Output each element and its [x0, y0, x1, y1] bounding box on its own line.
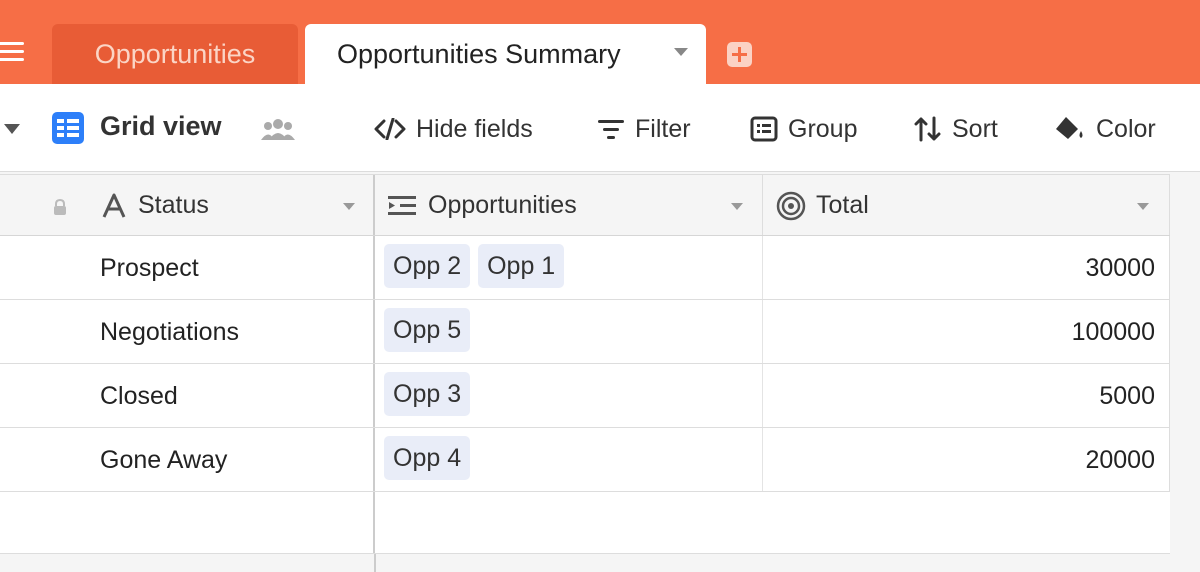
- opportunities-cell[interactable]: Opp 2 Opp 1: [375, 236, 763, 299]
- sort-icon: [914, 116, 941, 142]
- status-cell[interactable]: Prospect: [0, 236, 375, 299]
- status-value: Gone Away: [100, 446, 228, 474]
- column-label: Total: [816, 191, 869, 219]
- people-icon[interactable]: [260, 116, 296, 142]
- status-value: Prospect: [100, 254, 199, 282]
- table-row[interactable]: Prospect Opp 2 Opp 1 30000: [0, 236, 1170, 300]
- total-value: 30000: [1085, 254, 1155, 282]
- status-cell[interactable]: Negotiations: [0, 300, 375, 363]
- tab-opportunities-summary[interactable]: Opportunities Summary: [305, 24, 706, 84]
- linked-record-icon: [388, 196, 416, 215]
- total-cell[interactable]: 30000: [763, 236, 1170, 299]
- chevron-down-icon[interactable]: [731, 203, 743, 210]
- grid-view-icon[interactable]: [52, 112, 84, 144]
- opportunities-cell[interactable]: Opp 4: [375, 428, 763, 491]
- table-row[interactable]: Negotiations Opp 5 100000: [0, 300, 1170, 364]
- opportunities-cell[interactable]: Opp 5: [375, 300, 763, 363]
- add-table-icon[interactable]: [727, 42, 752, 67]
- paint-bucket-icon: [1056, 117, 1083, 139]
- group-icon: [750, 116, 778, 142]
- hide-fields-icon: [374, 118, 406, 140]
- opportunities-cell[interactable]: Opp 3: [375, 364, 763, 427]
- tab-label: Opportunities: [94, 38, 256, 69]
- add-row-cell[interactable]: [0, 492, 375, 553]
- hide-fields-label: Hide fields: [416, 114, 533, 143]
- linked-record-chip[interactable]: Opp 2: [384, 244, 471, 288]
- color-button[interactable]: Color: [1054, 112, 1156, 146]
- hamburger-menu-icon[interactable]: [0, 42, 24, 62]
- group-label: Group: [788, 114, 858, 143]
- group-button[interactable]: Group: [750, 112, 857, 146]
- column-label: Opportunities: [428, 191, 577, 219]
- color-label: Color: [1096, 114, 1156, 143]
- lock-icon: [54, 199, 66, 215]
- linked-record-chip[interactable]: Opp 4: [384, 436, 471, 480]
- chevron-down-icon[interactable]: [1137, 203, 1149, 210]
- table-row[interactable]: Gone Away Opp 4 20000: [0, 428, 1170, 492]
- grid-rows: Prospect Opp 2 Opp 1 30000 Negotiations …: [0, 236, 1170, 554]
- column-label: Status: [138, 191, 209, 219]
- tab-label: Opportunities Summary: [337, 38, 621, 69]
- column-header-opportunities[interactable]: Opportunities: [375, 175, 763, 235]
- table-tab-bar: Opportunities Opportunities Summary: [0, 0, 1200, 84]
- text-field-icon: [102, 193, 126, 218]
- view-toolbar: Grid view Hide fields Filter Group Sort …: [0, 84, 1200, 172]
- column-header-total[interactable]: Total: [763, 175, 1170, 235]
- total-cell[interactable]: 5000: [763, 364, 1170, 427]
- add-row[interactable]: [0, 492, 1170, 554]
- tab-opportunities[interactable]: Opportunities: [52, 24, 298, 84]
- total-value: 100000: [1071, 318, 1155, 346]
- filter-label: Filter: [635, 114, 691, 143]
- sort-button[interactable]: Sort: [914, 112, 998, 146]
- chevron-down-icon[interactable]: [343, 203, 355, 210]
- status-value: Closed: [100, 382, 178, 410]
- status-value: Negotiations: [100, 318, 239, 346]
- column-header-status[interactable]: Status: [0, 175, 375, 235]
- total-value: 20000: [1085, 446, 1155, 474]
- chevron-down-icon[interactable]: [4, 124, 20, 134]
- status-cell[interactable]: Closed: [0, 364, 375, 427]
- grid-footer: [0, 554, 1200, 572]
- sort-label: Sort: [952, 114, 998, 143]
- total-cell[interactable]: 100000: [763, 300, 1170, 363]
- status-cell[interactable]: Gone Away: [0, 428, 375, 491]
- linked-record-chip[interactable]: Opp 1: [478, 244, 565, 288]
- chevron-down-icon[interactable]: [674, 48, 688, 56]
- filter-button[interactable]: Filter: [597, 112, 691, 146]
- total-cell[interactable]: 20000: [763, 428, 1170, 491]
- grid-header: Status Opportunities Total: [0, 174, 1170, 236]
- total-value: 5000: [1099, 382, 1155, 410]
- linked-record-chip[interactable]: Opp 3: [384, 372, 471, 416]
- linked-record-chip[interactable]: Opp 5: [384, 308, 471, 352]
- hide-fields-button[interactable]: Hide fields: [374, 112, 533, 146]
- filter-icon: [598, 120, 624, 139]
- view-name[interactable]: Grid view: [100, 111, 222, 142]
- table-row[interactable]: Closed Opp 3 5000: [0, 364, 1170, 428]
- rollup-icon: [776, 191, 806, 221]
